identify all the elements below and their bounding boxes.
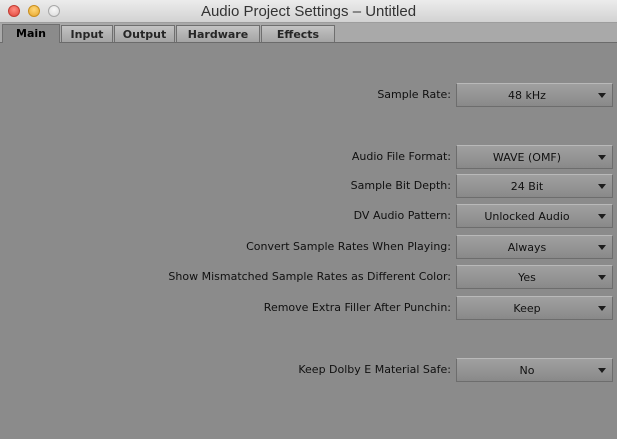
convert-sample-rates-dropdown[interactable]: Always <box>456 235 613 259</box>
main-settings-panel: Sample Rate: 48 kHz Audio File Format: W… <box>0 43 617 439</box>
audio-file-format-dropdown[interactable]: WAVE (OMF) <box>456 145 613 169</box>
settings-tab-bar: Main Input Output Hardware Effects <box>0 23 617 43</box>
sample-rate-label: Sample Rate: <box>377 88 451 101</box>
audio-project-settings-window: Audio Project Settings – Untitled Main I… <box>0 0 617 439</box>
keep-dolby-e-dropdown[interactable]: No <box>456 358 613 382</box>
dropdown-arrow-icon <box>598 214 606 219</box>
dropdown-arrow-icon <box>598 306 606 311</box>
setting-row-convert-sample-rates: Convert Sample Rates When Playing: Alway… <box>0 235 617 259</box>
window-title: Audio Project Settings – Untitled <box>200 3 417 20</box>
keep-dolby-e-label: Keep Dolby E Material Safe: <box>298 363 451 376</box>
setting-row-audio-file-format: Audio File Format: WAVE (OMF) <box>0 145 617 169</box>
dropdown-arrow-icon <box>598 245 606 250</box>
setting-row-keep-dolby-e: Keep Dolby E Material Safe: No <box>0 358 617 382</box>
remove-extra-filler-dropdown[interactable]: Keep <box>456 296 613 320</box>
mismatched-sample-rates-dropdown[interactable]: Yes <box>456 265 613 289</box>
dropdown-arrow-icon <box>598 184 606 189</box>
tab-effects[interactable]: Effects <box>261 25 335 42</box>
dropdown-arrow-icon <box>598 275 606 280</box>
dropdown-arrow-icon <box>598 93 606 98</box>
title-bar: Audio Project Settings – Untitled <box>0 0 617 23</box>
sample-rate-dropdown[interactable]: 48 kHz <box>456 83 613 107</box>
audio-file-format-label: Audio File Format: <box>351 150 451 163</box>
setting-row-remove-extra-filler: Remove Extra Filler After Punchin: Keep <box>0 296 617 320</box>
dropdown-arrow-icon <box>598 368 606 373</box>
setting-row-dv-audio-pattern: DV Audio Pattern: Unlocked Audio <box>0 204 617 228</box>
sample-bit-depth-label: Sample Bit Depth: <box>350 179 451 192</box>
dv-audio-pattern-value: Unlocked Audio <box>484 210 570 223</box>
convert-sample-rates-label: Convert Sample Rates When Playing: <box>246 240 451 253</box>
dropdown-arrow-icon <box>598 155 606 160</box>
tab-input[interactable]: Input <box>61 25 113 42</box>
sample-rate-value: 48 kHz <box>508 89 546 102</box>
keep-dolby-e-value: No <box>519 364 535 377</box>
dv-audio-pattern-label: DV Audio Pattern: <box>353 209 451 222</box>
remove-extra-filler-label: Remove Extra Filler After Punchin: <box>263 301 451 314</box>
tab-hardware[interactable]: Hardware <box>176 25 260 42</box>
sample-bit-depth-dropdown[interactable]: 24 Bit <box>456 174 613 198</box>
setting-row-sample-bit-depth: Sample Bit Depth: 24 Bit <box>0 174 617 198</box>
sample-bit-depth-value: 24 Bit <box>510 180 544 193</box>
mismatched-sample-rates-value: Yes <box>518 271 536 284</box>
audio-file-format-value: WAVE (OMF) <box>492 151 562 164</box>
mismatched-sample-rates-label: Show Mismatched Sample Rates as Differen… <box>168 270 451 283</box>
setting-row-sample-rate: Sample Rate: 48 kHz <box>0 83 617 107</box>
remove-extra-filler-value: Keep <box>513 302 541 315</box>
tab-output[interactable]: Output <box>114 25 175 42</box>
convert-sample-rates-value: Always <box>507 241 547 254</box>
setting-row-mismatched-sample-rates: Show Mismatched Sample Rates as Differen… <box>0 265 617 289</box>
tab-main[interactable]: Main <box>2 24 60 43</box>
dv-audio-pattern-dropdown[interactable]: Unlocked Audio <box>456 204 613 228</box>
